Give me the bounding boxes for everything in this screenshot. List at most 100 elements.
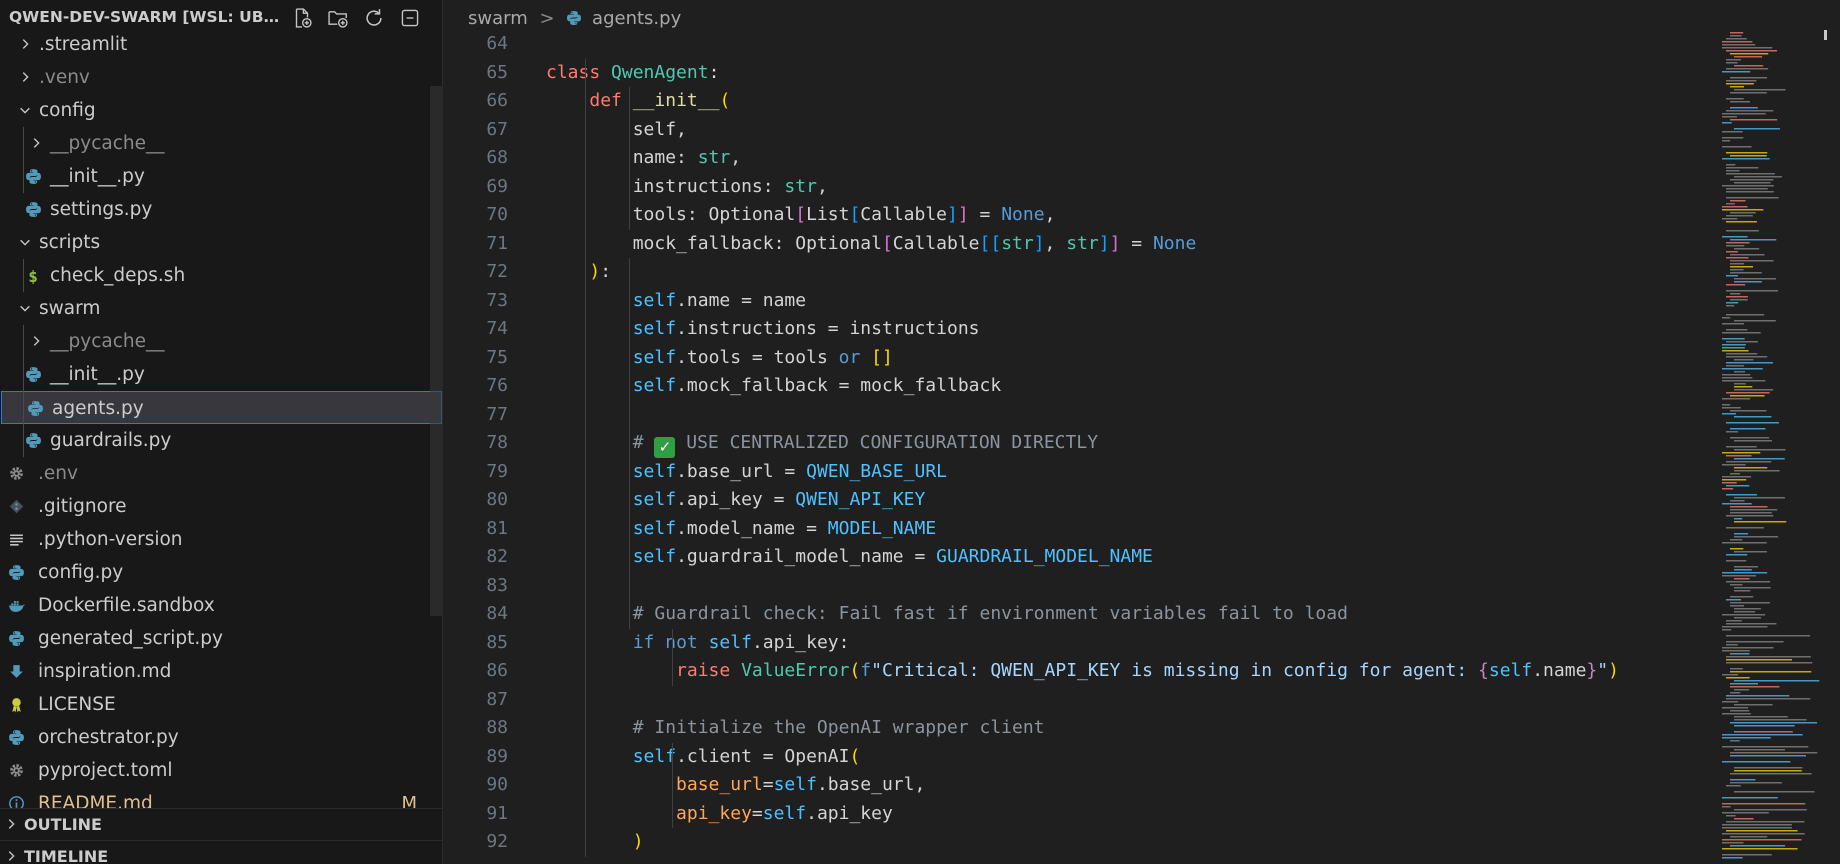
code-line[interactable]: 88 # Initialize the OpenAI wrapper clien…: [444, 714, 1704, 743]
breadcrumb-folder[interactable]: swarm: [468, 8, 528, 29]
code-line[interactable]: 83: [444, 572, 1704, 601]
tree-item[interactable]: LICENSE: [0, 688, 442, 721]
chevron-down-icon: [18, 301, 32, 315]
tree-item[interactable]: .gitignore: [0, 490, 442, 523]
code-line[interactable]: 80 self.api_key = QWEN_API_KEY: [444, 486, 1704, 515]
minimap-line: [1734, 731, 1793, 733]
minimap-line: [1726, 257, 1749, 259]
breadcrumb-file[interactable]: agents.py: [592, 8, 681, 29]
tree-item[interactable]: .venv: [0, 61, 442, 94]
tree-item[interactable]: Dockerfile.sandbox: [0, 589, 442, 622]
minimap-line: [1722, 374, 1751, 376]
tree-item-label: LICENSE: [38, 694, 116, 715]
code-line[interactable]: 77: [444, 401, 1704, 430]
tree-item[interactable]: __init__.py: [0, 358, 442, 391]
tree-item[interactable]: guardrails.py: [0, 424, 442, 457]
code-token: Callable: [892, 232, 980, 254]
code-line[interactable]: 82 self.guardrail_model_name = GUARDRAIL…: [444, 543, 1704, 572]
minimap-slider[interactable]: [1824, 30, 1827, 40]
tree-item[interactable]: settings.py: [0, 193, 442, 226]
code-line[interactable]: 86 raise ValueError(f"Critical: QWEN_API…: [444, 657, 1704, 686]
breadcrumb-separator: >: [539, 8, 555, 29]
tree-item[interactable]: pyproject.toml: [0, 754, 442, 787]
new-folder-icon[interactable]: [327, 7, 349, 29]
minimap-line: [1726, 485, 1750, 487]
code-line[interactable]: 90 base_url=self.base_url,: [444, 771, 1704, 800]
collapse-all-icon[interactable]: [399, 7, 421, 29]
code-line[interactable]: 76 self.mock_fallback = mock_fallback: [444, 372, 1704, 401]
code-line[interactable]: 75 self.tools = tools or []: [444, 344, 1704, 373]
tree-item-label: .python-version: [38, 529, 183, 550]
code-line[interactable]: 65 class QwenAgent:: [444, 59, 1704, 88]
code-area[interactable]: 64 65 class QwenAgent: 66 def __init__(67 s…: [444, 30, 1704, 864]
code-text: self.model_name = MODEL_NAME: [546, 515, 936, 544]
tree-item[interactable]: orchestrator.py: [0, 721, 442, 754]
tree-item[interactable]: swarm: [0, 292, 442, 325]
tree-item[interactable]: __pycache__: [0, 325, 442, 358]
tree-item-label: __pycache__: [50, 133, 165, 154]
minimap[interactable]: [1720, 28, 1830, 864]
tree-item[interactable]: scripts: [0, 226, 442, 259]
new-file-icon[interactable]: [291, 7, 313, 29]
code-token: f: [860, 660, 872, 681]
tree-item[interactable]: .env: [0, 457, 442, 490]
timeline-section-header[interactable]: TIMELINE: [0, 840, 442, 864]
tree-item[interactable]: .python-version: [0, 523, 442, 556]
code-line[interactable]: 91 api_key=self.api_key: [444, 800, 1704, 829]
code-token: List: [806, 204, 850, 225]
minimap-line: [1722, 464, 1746, 466]
code-line[interactable]: 79 self.base_url = QWEN_BASE_URL: [444, 458, 1704, 487]
code-line[interactable]: 92 ): [444, 828, 1704, 857]
code-line[interactable]: 81 self.model_name = MODEL_NAME: [444, 515, 1704, 544]
refresh-icon[interactable]: [363, 7, 385, 29]
tree-item[interactable]: generated_script.py: [0, 622, 442, 655]
explorer-title[interactable]: QWEN-DEV-SWARM [WSL: UB...: [9, 8, 281, 26]
tree-item[interactable]: inspiration.md: [0, 655, 442, 688]
code-line[interactable]: 64: [444, 30, 1704, 59]
minimap-line: [1726, 68, 1769, 70]
code-token: []: [871, 346, 893, 368]
tree-item[interactable]: $ check_deps.sh: [0, 259, 442, 292]
code-line[interactable]: 69 instructions: str,: [444, 173, 1704, 202]
code-token: ,: [1044, 232, 1067, 254]
code-line[interactable]: 68 name: str,: [444, 144, 1704, 173]
code-line[interactable]: 87: [444, 686, 1704, 715]
line-number: 85: [486, 631, 508, 653]
code-line[interactable]: 70 tools: Optional[List[Callable]] = Non…: [444, 201, 1704, 230]
minimap-line: [1726, 38, 1747, 40]
code-line[interactable]: 71 mock_fallback: Optional[Callable[[str…: [444, 230, 1704, 259]
code-line[interactable]: 67 self,: [444, 116, 1704, 145]
code-token: ]: [1109, 232, 1121, 254]
tree-item[interactable]: agents.py: [1, 391, 442, 424]
outline-section-header[interactable]: OUTLINE: [0, 808, 442, 840]
minimap-line: [1726, 422, 1779, 424]
code-line[interactable]: 74 self.instructions = instructions: [444, 315, 1704, 344]
code-line[interactable]: 72 ):: [444, 258, 1704, 287]
minimap-line: [1722, 812, 1769, 814]
code-token: mock_fallback: Optional: [546, 232, 882, 254]
sidebar-scrollbar[interactable]: [430, 86, 442, 616]
code-token: not: [665, 631, 698, 653]
tree-item[interactable]: config: [0, 94, 442, 127]
minimap-line: [1726, 296, 1748, 298]
code-line[interactable]: 84 # Guardrail check: Fail fast if envir…: [444, 600, 1704, 629]
code-line[interactable]: 66 def __init__(: [444, 87, 1704, 116]
line-number: 72: [486, 261, 508, 282]
tree-item[interactable]: __pycache__: [0, 127, 442, 160]
minimap-line: [1730, 512, 1772, 514]
indent-guide: [629, 87, 630, 230]
code-line[interactable]: 78 # ✓ USE CENTRALIZED CONFIGURATION DIR…: [444, 429, 1704, 458]
code-line[interactable]: 89 self.client = OpenAI(: [444, 743, 1704, 772]
tree-item[interactable]: __init__.py: [0, 160, 442, 193]
code-text: self.instructions = instructions: [546, 315, 980, 344]
code-token: ,: [816, 175, 828, 197]
minimap-line: [1726, 314, 1765, 316]
code-line[interactable]: 85 if not self.api_key:: [444, 629, 1704, 658]
minimap-line: [1734, 359, 1754, 361]
tree-item[interactable]: .streamlit: [0, 28, 442, 61]
code-line[interactable]: 73 self.name = name: [444, 287, 1704, 316]
tree-item[interactable]: config.py: [0, 556, 442, 589]
